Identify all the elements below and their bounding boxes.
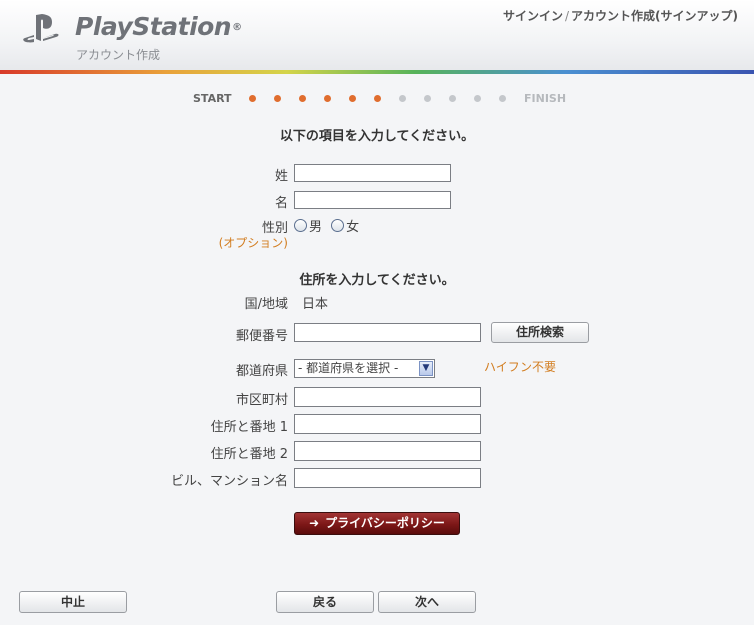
optional-note: (オプション) [218, 236, 288, 250]
progress-step [374, 95, 381, 102]
gender-female-radio[interactable] [331, 219, 345, 232]
first-name-label: 名 [274, 196, 288, 211]
progress-step [449, 95, 456, 102]
cancel-button[interactable]: 中止 [19, 591, 127, 613]
postal-code-label: 郵便番号 [235, 329, 288, 344]
last-name-input[interactable] [294, 164, 451, 182]
arrow-right-icon: ➜ [309, 516, 320, 530]
next-button[interactable]: 次へ [378, 591, 476, 613]
playstation-logo-icon [23, 14, 59, 43]
gender-female-label: 女 [346, 220, 360, 235]
back-button[interactable]: 戻る [276, 591, 374, 613]
privacy-policy-button[interactable]: ➜ プライバシーポリシー [294, 512, 460, 535]
prefecture-label: 都道府県 [235, 364, 288, 379]
progress-step [349, 95, 356, 102]
signup-link[interactable]: アカウント作成(サインアップ) [571, 9, 738, 23]
address-heading: 住所を入力してください。 [299, 273, 455, 288]
progress-step [249, 95, 256, 102]
header-bar: PlayStation® アカウント作成 サインイン / アカウント作成(サインアッ… [0, 0, 754, 72]
city-input[interactable] [294, 387, 481, 407]
first-name-input[interactable] [294, 191, 451, 209]
signin-link[interactable]: サインイン [503, 9, 563, 23]
chevron-down-icon[interactable]: ▼ [419, 361, 433, 376]
progress-step [399, 95, 406, 102]
progress-step [474, 95, 481, 102]
progress-finish-label: FINISH [524, 92, 567, 105]
city-label: 市区町村 [235, 393, 288, 408]
header-rainbow-divider [0, 70, 754, 74]
privacy-policy-label: プライバシーポリシー [325, 516, 445, 530]
gender-radio-group: 男 女 [294, 216, 359, 235]
progress-start-label: START [193, 92, 232, 105]
progress-step [424, 95, 431, 102]
personal-info-heading: 以下の項目を入力してください。 [279, 129, 475, 144]
progress-step [299, 95, 306, 102]
brand-name: PlayStation® [75, 12, 242, 41]
header-nav: サインイン / アカウント作成(サインアップ) [502, 9, 738, 23]
address2-label: 住所と番地 2 [210, 447, 288, 462]
hyphen-hint: ハイフン不要 [484, 360, 557, 374]
progress-step [274, 95, 281, 102]
address-search-button[interactable]: 住所検索 [491, 322, 589, 343]
country-value: 日本 [302, 297, 329, 312]
gender-male-radio[interactable] [294, 219, 307, 232]
prefecture-select[interactable]: - 都道府県を選択 - ▼ [294, 359, 435, 378]
progress-step [324, 95, 331, 102]
building-input[interactable] [294, 468, 481, 488]
address2-input[interactable] [294, 441, 481, 461]
address1-label: 住所と番地 1 [210, 420, 288, 435]
gender-male-label: 男 [309, 220, 323, 235]
building-label: ビル、マンション名 [170, 474, 288, 489]
country-label: 国/地域 [244, 297, 288, 312]
postal-code-input[interactable] [294, 323, 481, 342]
prefecture-selected-value: - 都道府県を選択 - [298, 361, 399, 375]
last-name-label: 姓 [274, 169, 288, 184]
page-subtitle: アカウント作成 [76, 48, 161, 62]
progress-step [499, 95, 506, 102]
address1-input[interactable] [294, 414, 481, 434]
